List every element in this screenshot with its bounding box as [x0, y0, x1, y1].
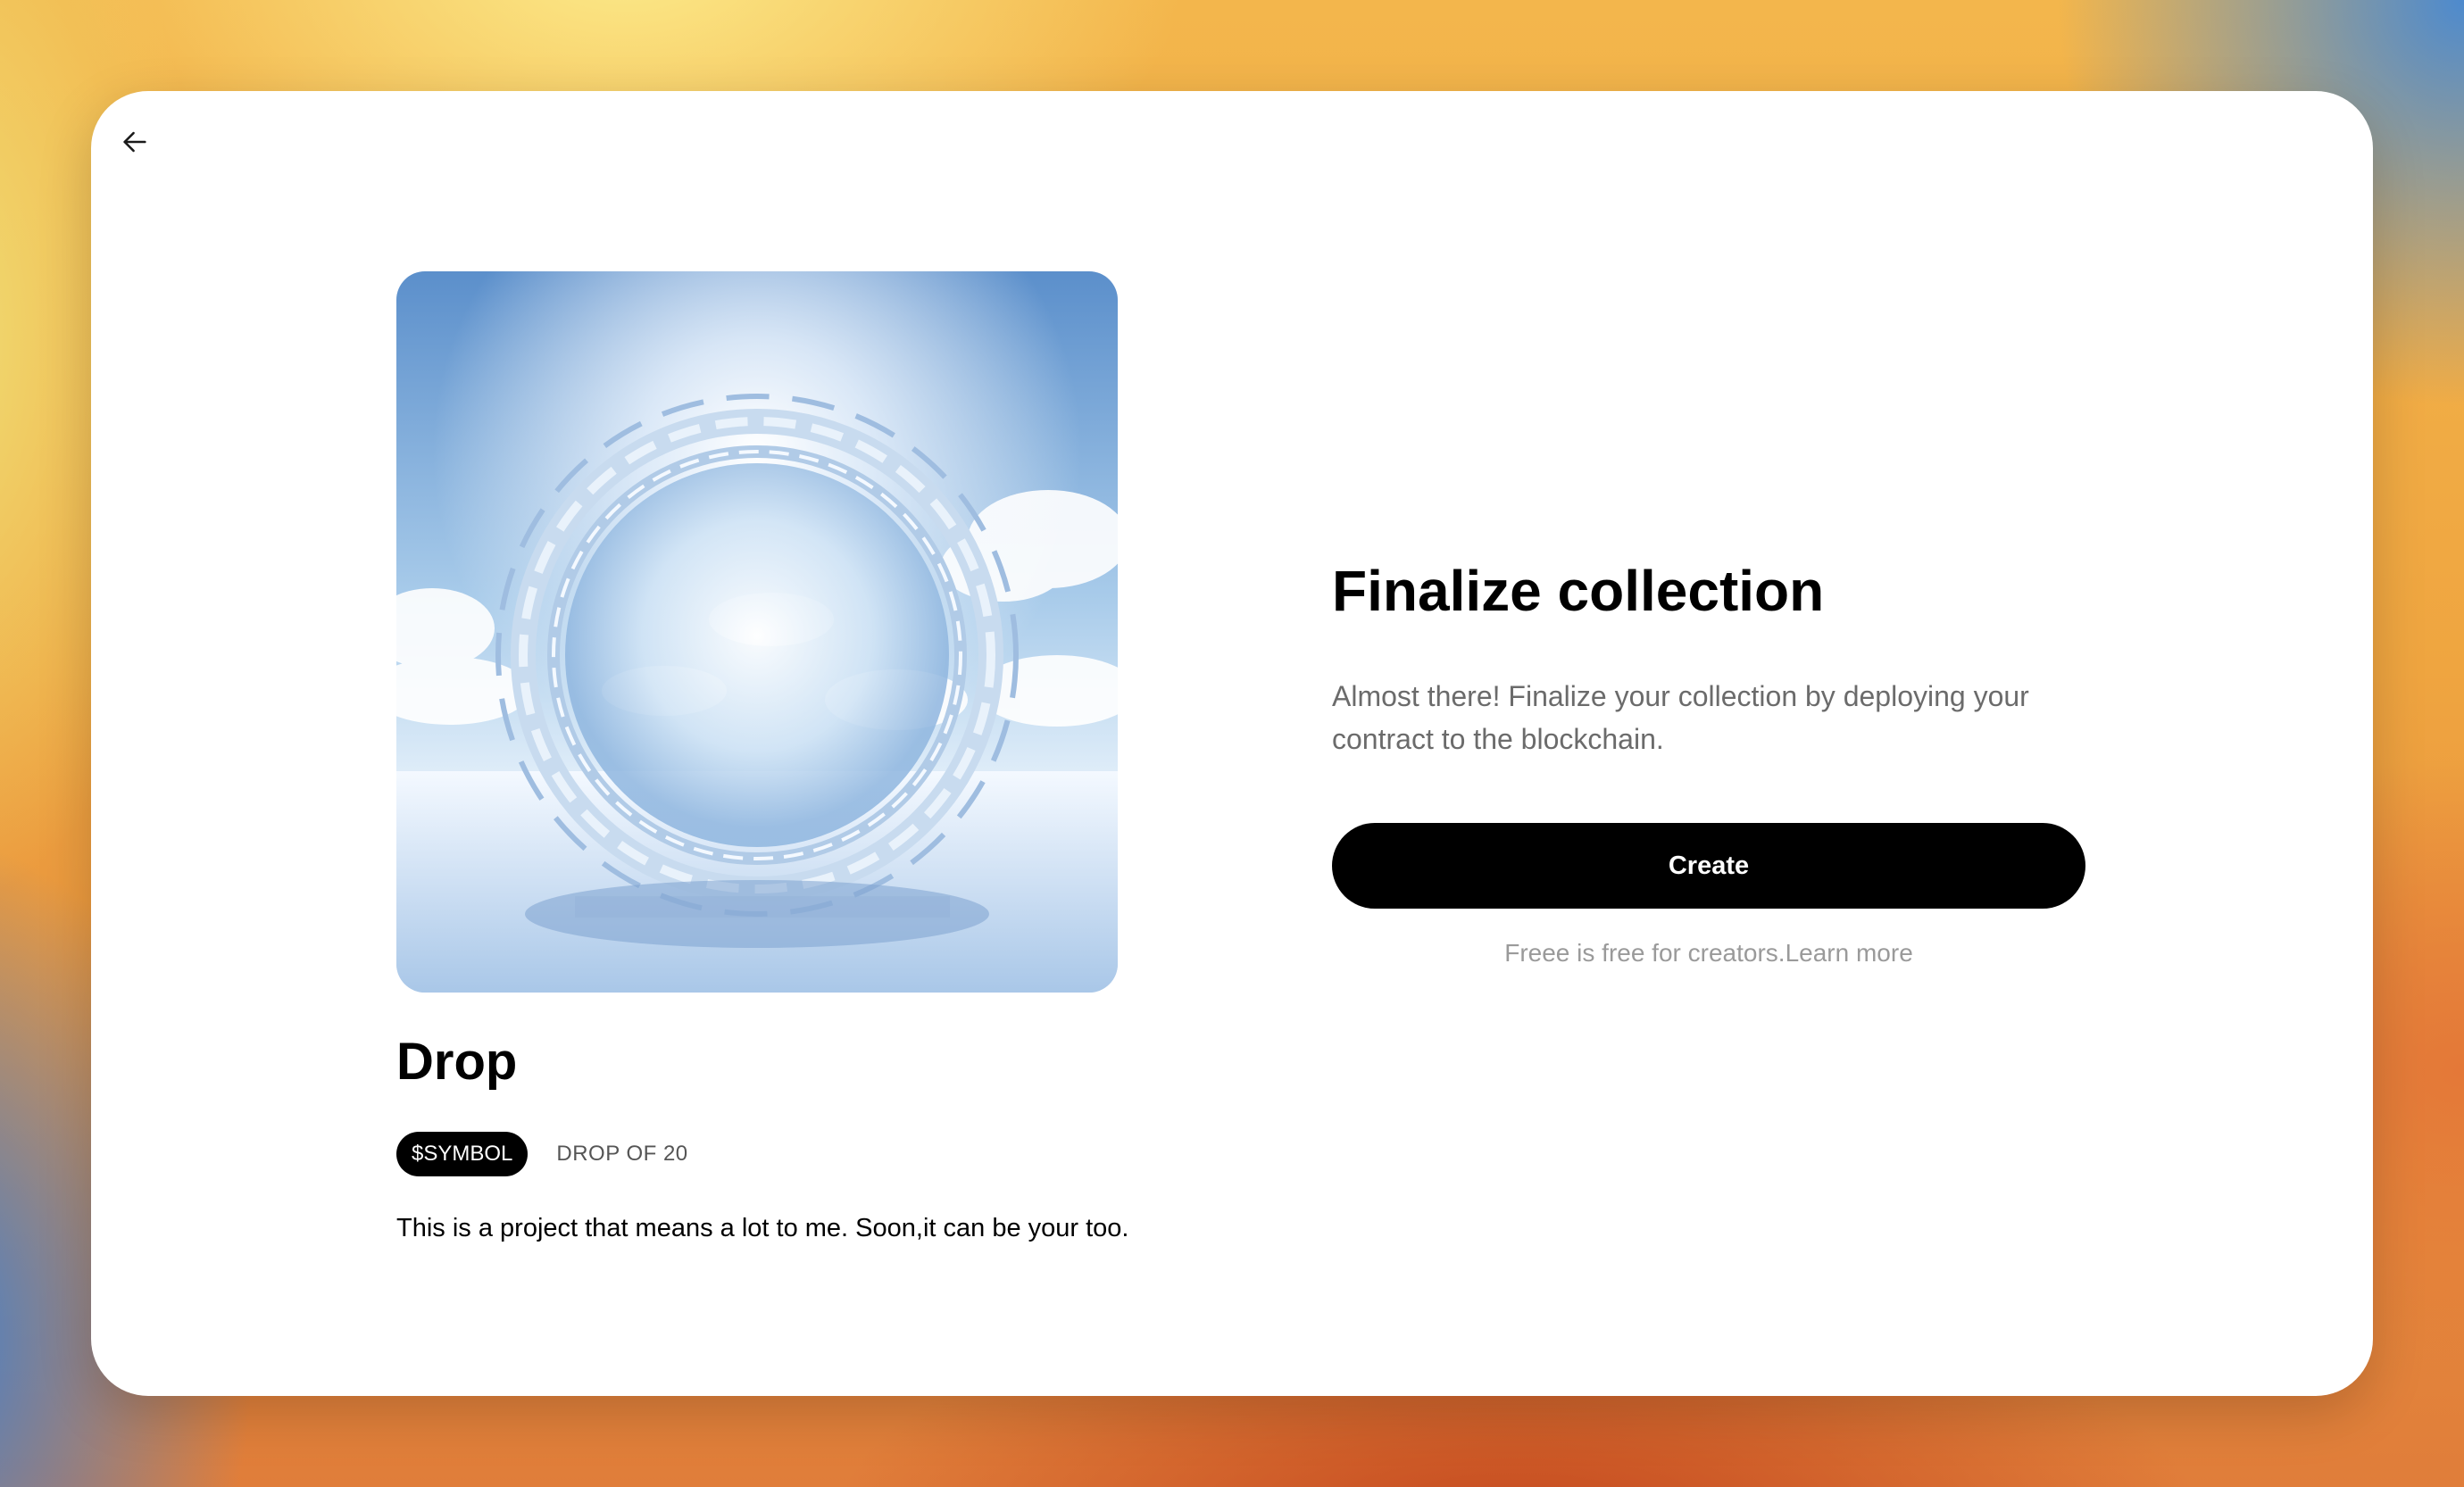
finalize-card: Drop $SYMBOL DROP OF 20 This is a projec…	[91, 91, 2373, 1396]
create-button[interactable]: Create	[1332, 823, 2085, 909]
finalize-title: Finalize collection	[1332, 559, 1825, 623]
symbol-badge: $SYMBOL	[396, 1132, 529, 1176]
finalize-description: Almost there! Finalize your collection b…	[1332, 680, 2029, 755]
finalize-panel: Finalize collection Almost there! Finali…	[1332, 555, 2085, 968]
collection-description: This is a project that means a lot to me…	[396, 1214, 1129, 1242]
collection-name: Drop	[396, 1033, 518, 1091]
free-for-creators-note: Freee is free for creators.Learn more	[1332, 939, 2085, 968]
back-button[interactable]	[114, 121, 155, 162]
portal-artwork	[396, 271, 1118, 993]
drop-count-label: DROP OF 20	[556, 1142, 688, 1166]
collection-tags: $SYMBOL DROP OF 20	[396, 1132, 688, 1176]
learn-more-link[interactable]: Learn more	[1786, 939, 1913, 967]
arrow-left-icon	[123, 131, 146, 153]
collection-image	[396, 271, 1118, 993]
footnote-text: Freee is free for creators.	[1504, 939, 1786, 967]
